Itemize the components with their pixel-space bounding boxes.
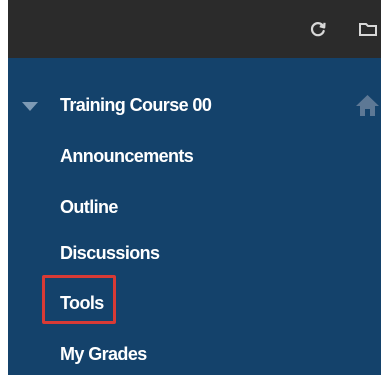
top-toolbar xyxy=(8,0,381,58)
folder-icon[interactable] xyxy=(358,19,378,39)
menu-item-discussions[interactable]: Discussions xyxy=(60,243,160,264)
collapse-arrow-icon[interactable] xyxy=(22,102,38,111)
course-menu: Training Course 00 Announcements Outline… xyxy=(8,58,381,375)
home-icon[interactable] xyxy=(354,93,381,117)
menu-item-announcements[interactable]: Announcements xyxy=(60,146,194,167)
menu-item-my-grades[interactable]: My Grades xyxy=(60,344,147,365)
course-header[interactable]: Training Course 00 xyxy=(8,87,381,127)
menu-item-tools[interactable]: Tools xyxy=(60,293,104,314)
menu-item-outline[interactable]: Outline xyxy=(60,197,118,218)
course-navigation-screenshot: Training Course 00 Announcements Outline… xyxy=(8,0,381,375)
course-title[interactable]: Training Course 00 xyxy=(60,95,212,116)
refresh-icon[interactable] xyxy=(308,19,328,39)
